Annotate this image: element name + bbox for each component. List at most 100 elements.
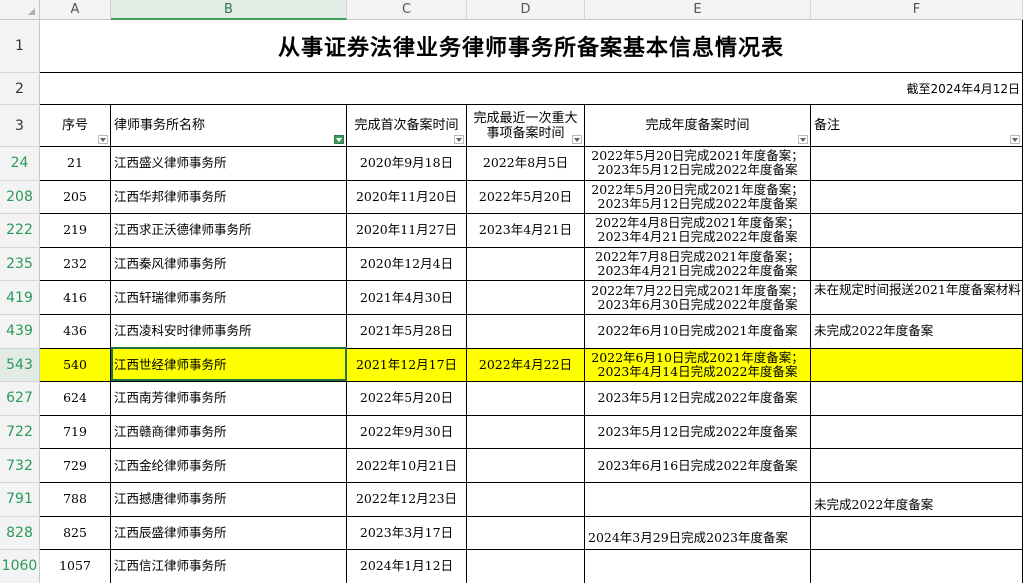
cell-remark[interactable]	[811, 180, 1023, 215]
cell-major[interactable]	[467, 281, 585, 315]
cell-seq[interactable]: 540	[40, 348, 111, 383]
row-header[interactable]: 235	[0, 247, 40, 282]
cell-major[interactable]: 2022年8月5日	[467, 147, 585, 181]
row-header[interactable]: 24	[0, 147, 40, 181]
cell-name[interactable]: 江西秦风律师事务所	[111, 247, 347, 282]
cell-remark[interactable]	[811, 516, 1023, 551]
cell-remark[interactable]	[811, 147, 1023, 181]
cell-annual[interactable]: 2022年7月22日完成2021年度备案； 2023年6月30日完成2022年度…	[585, 281, 811, 315]
cell-name[interactable]: 江西南芳律师事务所	[111, 382, 347, 416]
cell-name[interactable]: 江西华邦律师事务所	[111, 180, 347, 215]
column-header-F[interactable]: F	[811, 0, 1023, 20]
filter-active-icon[interactable]	[334, 135, 344, 144]
filter-dropdown-icon[interactable]	[98, 135, 108, 144]
filter-dropdown-icon[interactable]	[454, 135, 464, 144]
cell-seq[interactable]: 788	[40, 483, 111, 517]
header-cell-annual[interactable]: 完成年度备案时间	[585, 105, 811, 147]
cell-major[interactable]	[467, 247, 585, 282]
row-header[interactable]: 791	[0, 483, 40, 517]
cell-major[interactable]	[467, 550, 585, 583]
sheet-title[interactable]: 从事证券法律业务律师事务所备案基本信息情况表	[40, 20, 1023, 73]
header-cell-seq[interactable]: 序号	[40, 105, 111, 147]
row-header[interactable]: 828	[0, 516, 40, 551]
cell-name[interactable]: 江西辰盛律师事务所	[111, 516, 347, 551]
filter-dropdown-icon[interactable]	[798, 135, 808, 144]
cell-seq[interactable]: 719	[40, 415, 111, 450]
row-header[interactable]: 627	[0, 382, 40, 416]
cell-first[interactable]: 2020年12月4日	[347, 247, 467, 282]
row-header[interactable]: 1	[0, 20, 40, 73]
row-header[interactable]: 208	[0, 180, 40, 215]
cell-first[interactable]: 2022年5月20日	[347, 382, 467, 416]
row-header[interactable]: 1060	[0, 550, 40, 583]
cell-annual[interactable]: 2024年3月29日完成2023年度备案	[585, 516, 811, 551]
cell-major[interactable]	[467, 516, 585, 551]
cell-name[interactable]: 江西撼唐律师事务所	[111, 483, 347, 517]
header-cell-first[interactable]: 完成首次备案时间	[347, 105, 467, 147]
cell-remark[interactable]	[811, 214, 1023, 248]
cell-first[interactable]: 2023年3月17日	[347, 516, 467, 551]
cell-annual[interactable]: 2022年7月8日完成2021年度备案； 2023年4月21日完成2022年度备…	[585, 247, 811, 282]
cell-first[interactable]: 2022年12月23日	[347, 483, 467, 517]
cell-seq[interactable]: 729	[40, 449, 111, 483]
filter-dropdown-icon[interactable]	[1010, 135, 1020, 144]
cell-annual[interactable]: 2023年5月12日完成2022年度备案	[585, 382, 811, 416]
cell-major[interactable]: 2022年5月20日	[467, 180, 585, 215]
cell-name[interactable]: 江西轩瑞律师事务所	[111, 281, 347, 315]
row-header[interactable]: 722	[0, 415, 40, 450]
cell-name[interactable]: 江西盛义律师事务所	[111, 147, 347, 181]
column-header-C[interactable]: C	[347, 0, 467, 20]
cell-seq[interactable]: 624	[40, 382, 111, 416]
select-all-corner[interactable]	[0, 0, 40, 20]
cell-remark[interactable]: 未完成2022年度备案	[811, 315, 1023, 349]
cell-first[interactable]: 2020年11月20日	[347, 180, 467, 215]
row-header[interactable]: 419	[0, 281, 40, 315]
cell-annual[interactable]: 2022年5月20日完成2021年度备案； 2023年5月12日完成2022年度…	[585, 147, 811, 181]
cell-remark[interactable]: 未在规定时间报送2021年度备案材料	[811, 281, 1023, 315]
cell-name[interactable]: 江西凌科安时律师事务所	[111, 315, 347, 349]
cell-name[interactable]: 江西求正沃德律师事务所	[111, 214, 347, 248]
cell-major[interactable]: 2023年4月21日	[467, 214, 585, 248]
cell-seq[interactable]: 1057	[40, 550, 111, 583]
row-header[interactable]: 222	[0, 214, 40, 248]
column-header-E[interactable]: E	[585, 0, 811, 20]
cell-major[interactable]	[467, 483, 585, 517]
date-note[interactable]: 截至2024年4月12日	[40, 73, 1023, 105]
cell-remark[interactable]	[811, 449, 1023, 483]
cell-seq[interactable]: 436	[40, 315, 111, 349]
cell-name[interactable]: 江西信江律师事务所	[111, 550, 347, 583]
cell-first[interactable]: 2022年10月21日	[347, 449, 467, 483]
cell-major[interactable]	[467, 315, 585, 349]
cell-first[interactable]: 2020年9月18日	[347, 147, 467, 181]
cell-seq[interactable]: 21	[40, 147, 111, 181]
cell-annual[interactable]: 2023年6月16日完成2022年度备案	[585, 449, 811, 483]
row-header[interactable]: 543	[0, 348, 40, 383]
column-header-A[interactable]: A	[40, 0, 111, 20]
cell-first[interactable]: 2021年5月28日	[347, 315, 467, 349]
column-header-D[interactable]: D	[467, 0, 585, 20]
header-cell-major[interactable]: 完成最近一次重大 事项备案时间	[467, 105, 585, 147]
row-header[interactable]: 2	[0, 73, 40, 105]
cell-name[interactable]: 江西金纶律师事务所	[111, 449, 347, 483]
cell-first[interactable]: 2020年11月27日	[347, 214, 467, 248]
cell-seq[interactable]: 416	[40, 281, 111, 315]
cell-major[interactable]	[467, 382, 585, 416]
cell-first[interactable]: 2022年9月30日	[347, 415, 467, 450]
row-header[interactable]: 439	[0, 315, 40, 349]
cell-remark[interactable]: 未完成2022年度备案	[811, 483, 1023, 517]
cell-annual[interactable]: 2022年6月10日完成2021年度备案； 2023年4月14日完成2022年度…	[585, 348, 811, 383]
row-header[interactable]: 732	[0, 449, 40, 483]
cell-major[interactable]	[467, 449, 585, 483]
cell-first[interactable]: 2024年1月12日	[347, 550, 467, 583]
column-header-B[interactable]: B	[111, 0, 347, 20]
cell-annual[interactable]: 2022年6月10日完成2021年度备案	[585, 315, 811, 349]
row-header[interactable]: 3	[0, 105, 40, 147]
cell-seq[interactable]: 219	[40, 214, 111, 248]
cell-seq[interactable]: 205	[40, 180, 111, 215]
cell-major[interactable]	[467, 415, 585, 450]
cell-remark[interactable]	[811, 382, 1023, 416]
cell-first[interactable]: 2021年4月30日	[347, 281, 467, 315]
cell-seq[interactable]: 232	[40, 247, 111, 282]
header-cell-remark[interactable]: 备注	[811, 105, 1023, 147]
cell-annual[interactable]	[585, 550, 811, 583]
